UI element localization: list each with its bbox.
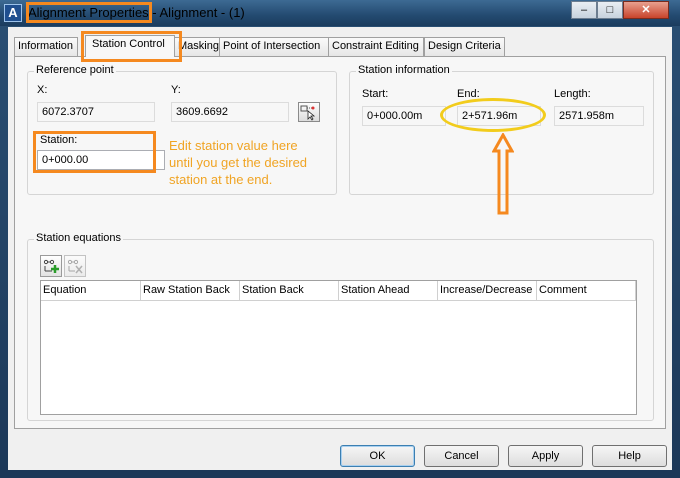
start-label: Start: bbox=[362, 88, 389, 100]
delete-equation-button[interactable] bbox=[64, 255, 86, 277]
annotation-line-1: Edit station value here bbox=[169, 138, 298, 153]
up-arrow-annotation bbox=[492, 133, 514, 215]
add-equation-icon bbox=[43, 259, 59, 273]
annotation-line-3: station at the end. bbox=[169, 172, 273, 187]
station-equations-title: Station equations bbox=[34, 232, 124, 244]
help-button[interactable]: Help bbox=[592, 445, 667, 467]
autocad-icon: A bbox=[4, 4, 22, 22]
table-header: Equation Raw Station Back Station Back S… bbox=[41, 281, 636, 301]
y-field[interactable]: 3609.6692 bbox=[171, 102, 289, 122]
title-bar[interactable]: A Alignment Properties - Alignment - (1)… bbox=[0, 0, 680, 26]
tab-point-of-intersection[interactable]: Point of Intersection bbox=[219, 37, 329, 56]
column-header-comment[interactable]: Comment bbox=[537, 281, 636, 300]
column-header-station-back[interactable]: Station Back bbox=[240, 281, 339, 300]
station-equations-group: Station equations Equation Raw Station B… bbox=[27, 232, 654, 421]
station-information-title: Station information bbox=[356, 64, 452, 76]
column-header-equation[interactable]: Equation bbox=[41, 281, 141, 300]
title-highlight-box bbox=[26, 2, 152, 23]
column-header-increase-decrease[interactable]: Increase/Decrease bbox=[438, 281, 537, 300]
maximize-button[interactable]: □ bbox=[597, 1, 623, 19]
tab-highlight-box bbox=[81, 31, 182, 62]
minimize-button[interactable]: – bbox=[571, 1, 597, 19]
reference-point-title: Reference point bbox=[34, 64, 116, 76]
length-label: Length: bbox=[554, 88, 591, 100]
dialog-window: A Alignment Properties - Alignment - (1)… bbox=[0, 0, 680, 478]
pick-point-button[interactable] bbox=[298, 102, 320, 122]
ok-button[interactable]: OK bbox=[340, 445, 415, 467]
apply-button[interactable]: Apply bbox=[508, 445, 583, 467]
tab-constraint-editing[interactable]: Constraint Editing bbox=[328, 37, 424, 56]
tab-design-criteria[interactable]: Design Criteria bbox=[424, 37, 505, 56]
end-highlight-ellipse bbox=[440, 98, 546, 132]
x-label: X: bbox=[37, 84, 48, 96]
pick-point-icon bbox=[300, 105, 316, 121]
station-control-panel: Reference point X: 6072.3707 Y: 3609.669… bbox=[14, 56, 666, 429]
annotation-note: Edit station value here until you get th… bbox=[169, 137, 307, 188]
cancel-button[interactable]: Cancel bbox=[424, 445, 499, 467]
column-header-station-ahead[interactable]: Station Ahead bbox=[339, 281, 438, 300]
x-field[interactable]: 6072.3707 bbox=[37, 102, 155, 122]
start-field[interactable]: 0+000.00m bbox=[362, 106, 446, 126]
close-button[interactable]: ✕ bbox=[623, 1, 669, 19]
station-highlight-box bbox=[33, 131, 156, 173]
annotation-line-2: until you get the desired bbox=[169, 155, 308, 170]
add-equation-button[interactable] bbox=[40, 255, 62, 277]
length-field[interactable]: 2571.958m bbox=[554, 106, 644, 126]
station-equations-table[interactable]: Equation Raw Station Back Station Back S… bbox=[40, 280, 637, 415]
tab-information[interactable]: Information bbox=[14, 37, 78, 56]
column-header-raw-station-back[interactable]: Raw Station Back bbox=[141, 281, 240, 300]
delete-equation-icon bbox=[67, 259, 83, 274]
dialog-client-area: Information Station Control Masking Poin… bbox=[8, 27, 672, 470]
y-label: Y: bbox=[171, 84, 181, 96]
